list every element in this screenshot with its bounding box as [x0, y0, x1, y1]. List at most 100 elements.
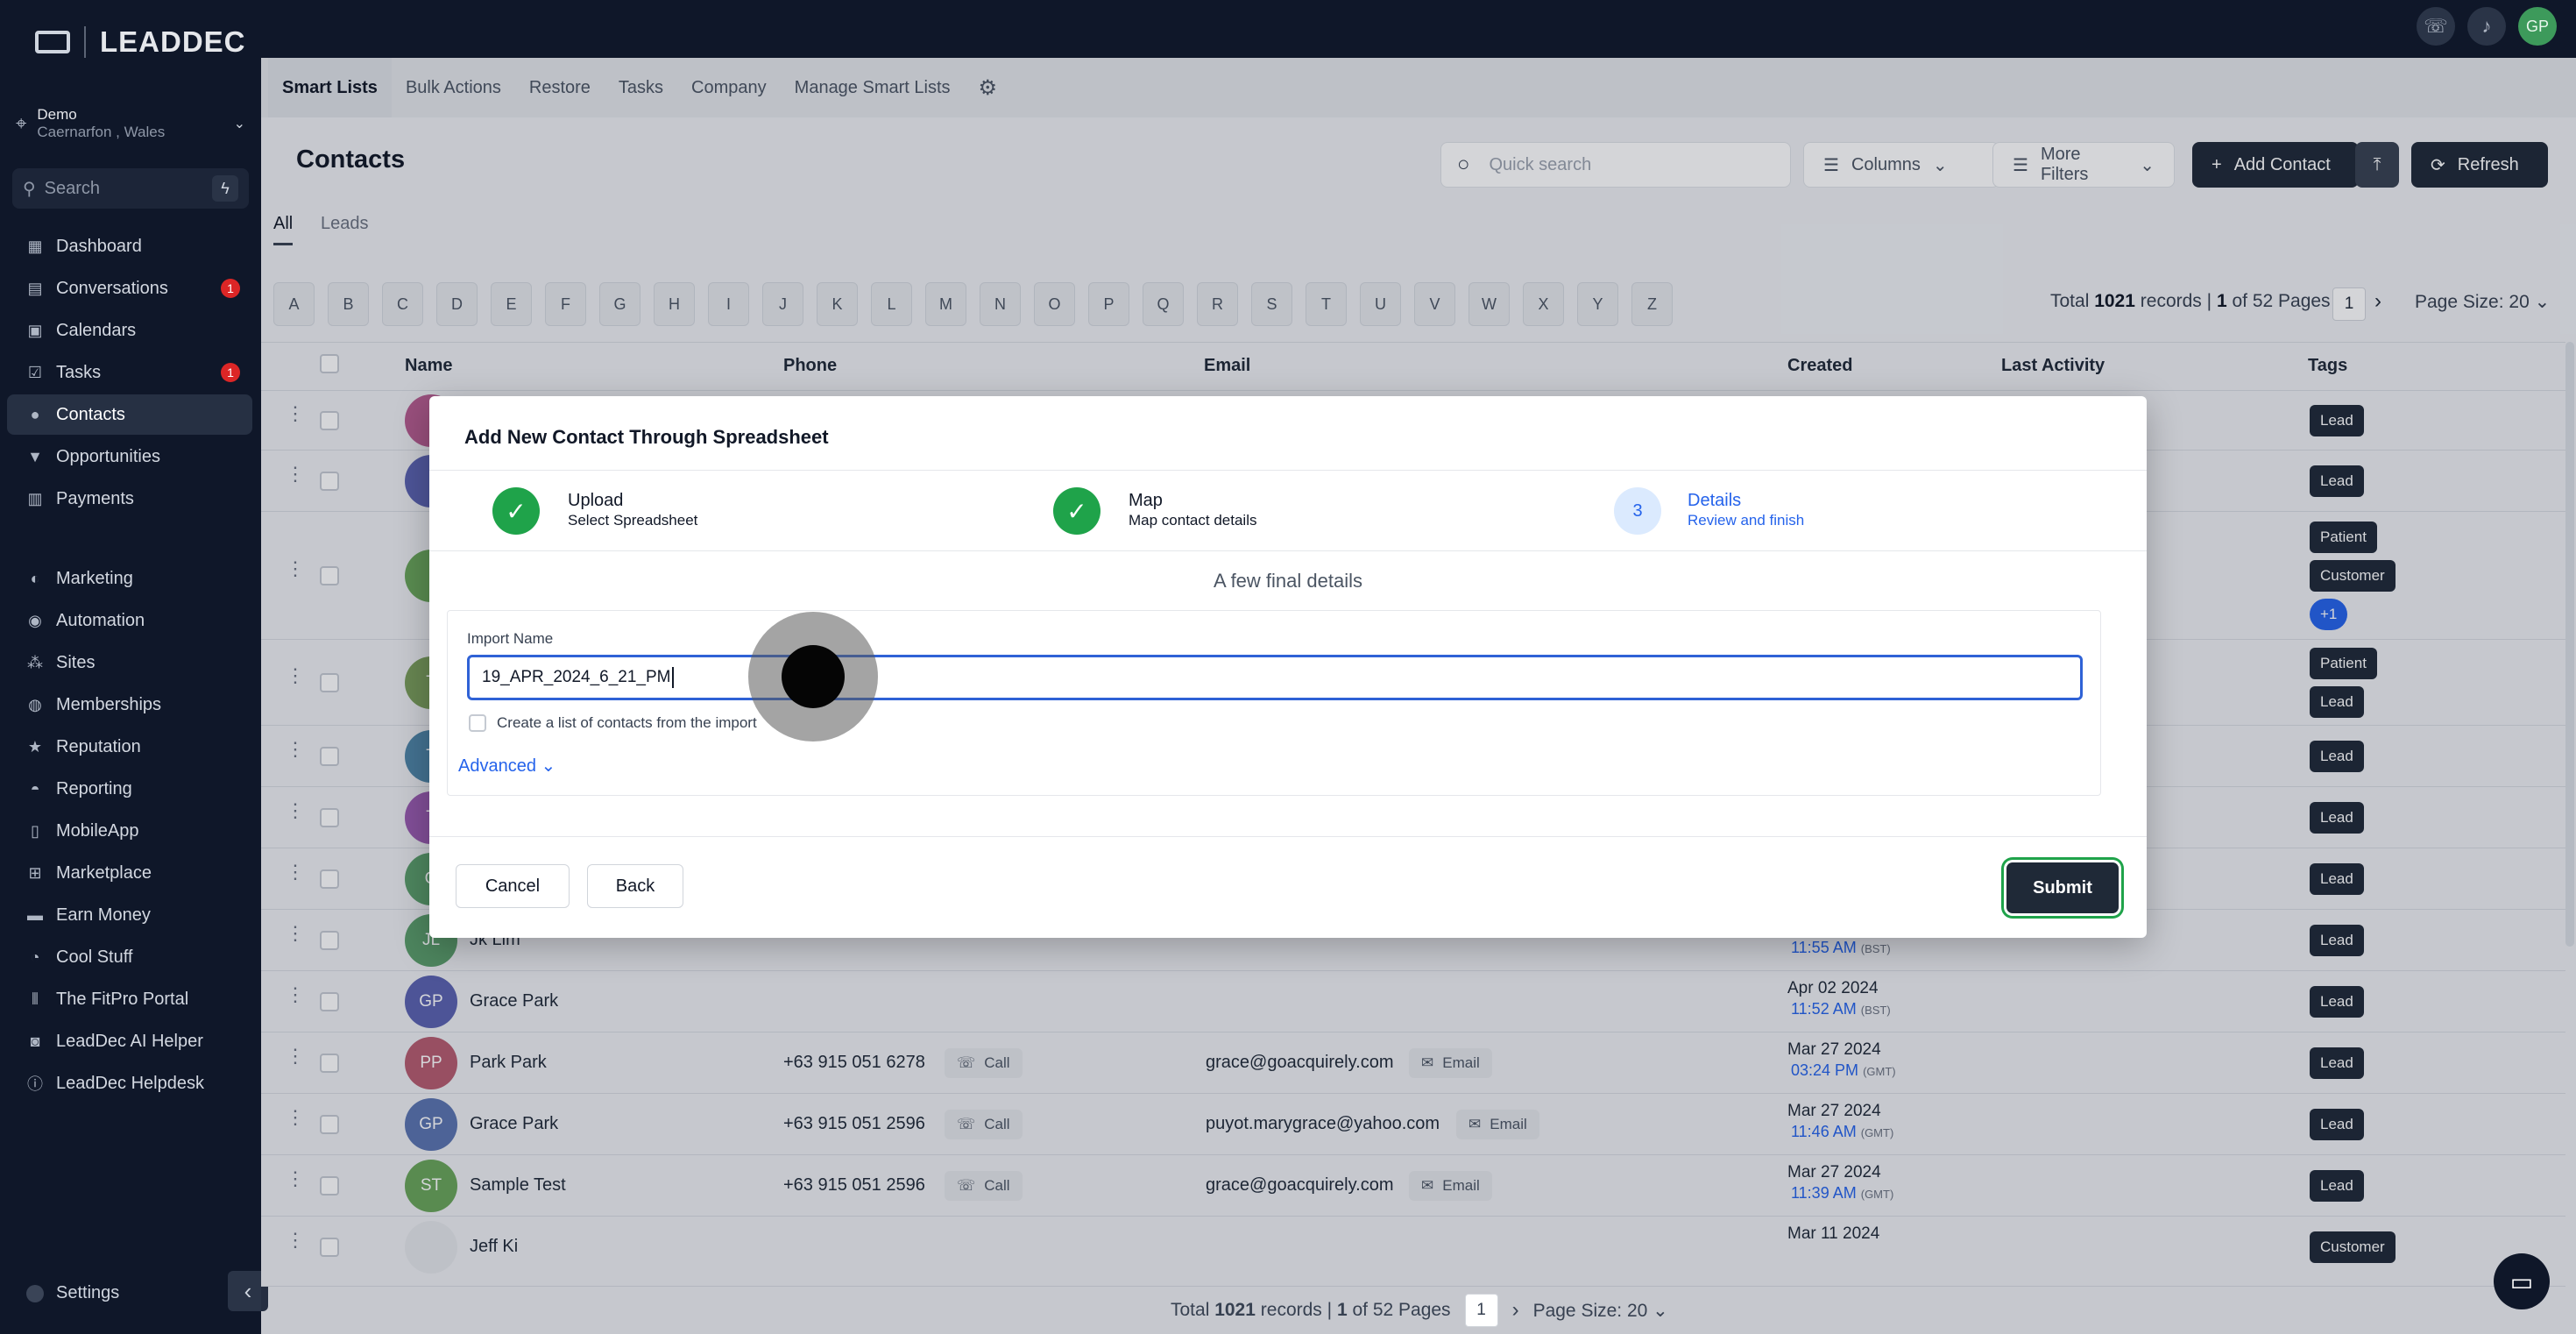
location-name: Demo — [37, 106, 77, 123]
sidebar-item-conversations[interactable]: ▤ Conversations 1 — [7, 268, 252, 309]
create-list-checkbox[interactable] — [469, 714, 486, 732]
sidebar-item-cool-stuff[interactable]: ◔ Cool Stuff — [7, 937, 252, 977]
step-1-title: Upload — [568, 491, 624, 510]
calendar-icon: ▣ — [27, 321, 43, 339]
sidebar-item-reputation[interactable]: ★ Reputation — [7, 727, 252, 767]
advanced-toggle[interactable]: Advanced ⌄ — [458, 755, 556, 777]
import-name-input[interactable]: 19_APR_2024_6_21_PM — [467, 655, 2083, 700]
sidebar-item-label: Marketplace — [56, 862, 152, 883]
sidebar-item-automation[interactable]: ◉ Automation — [7, 600, 252, 641]
user-avatar[interactable]: GP — [2518, 7, 2557, 46]
location-switcher[interactable]: ⌖ Demo Caernarfon , Wales ⌄ — [16, 103, 245, 144]
sidebar-item-sites[interactable]: ⁂ Sites — [7, 642, 252, 683]
location-sub: Caernarfon , Wales — [37, 124, 166, 140]
click-indicator-dot — [782, 645, 845, 708]
sidebar-item-tasks[interactable]: ☑ Tasks 1 — [7, 352, 252, 393]
step-3-number: 3 — [1614, 487, 1661, 535]
sidebar-item-contacts[interactable]: ● Contacts — [7, 394, 252, 435]
star-icon: ★ — [27, 737, 43, 756]
location-pin-icon: ⌖ — [16, 112, 27, 134]
sidebar-item-leaddec-helpdesk[interactable]: ⓘ LeadDec Helpdesk — [7, 1063, 252, 1103]
sidebar-item-label: Tasks — [56, 362, 102, 382]
sidebar-item-dashboard[interactable]: ▦ Dashboard — [7, 226, 252, 266]
sidebar-item-the-fitpro-portal[interactable]: ⦀ The FitPro Portal — [7, 979, 252, 1019]
app-logo[interactable]: LEADDEC — [35, 23, 246, 61]
money-icon: ▬ — [27, 905, 43, 924]
sidebar-item-label: Marketing — [56, 568, 133, 588]
step-3-subtitle: Review and finish — [1688, 512, 1805, 529]
sidebar-item-opportunities[interactable]: ▼ Opportunities — [7, 436, 252, 477]
step-3-title: Details — [1688, 491, 1742, 510]
dashboard-icon: ▦ — [27, 237, 43, 255]
sidebar-item-label: MobileApp — [56, 820, 139, 841]
user-icon: ● — [30, 405, 40, 423]
lightning-icon[interactable]: ϟ — [212, 175, 238, 202]
funnel-icon: ▼ — [27, 447, 43, 465]
info-icon: ⓘ — [27, 1075, 43, 1093]
search-placeholder: Search — [44, 178, 101, 198]
sidebar: LEADDEC ⌖ Demo Caernarfon , Wales ⌄ ⚲ Se… — [0, 0, 268, 1334]
create-list-label: Create a list of contacts from the impor… — [497, 714, 757, 731]
search-icon: ⚲ — [23, 179, 36, 199]
chat-widget-icon[interactable]: ▭ — [2494, 1253, 2550, 1309]
logo-icon — [35, 31, 70, 53]
chat-icon: ▤ — [27, 279, 43, 297]
sidebar-settings[interactable]: Settings — [26, 1283, 119, 1303]
reporting-icon: ◓ — [30, 779, 40, 798]
sidebar-item-label: Contacts — [56, 404, 125, 424]
fire-icon: ◔ — [30, 947, 40, 966]
cancel-button[interactable]: Cancel — [456, 864, 570, 908]
back-button[interactable]: Back — [587, 864, 683, 908]
marketing-icon: ◐ — [30, 569, 40, 587]
robot-icon: ◙ — [30, 1032, 40, 1050]
bottom-pagination: Total 1021 records | 1 of 52 Pages 1 › P… — [1171, 1294, 1668, 1327]
gear-icon — [26, 1284, 44, 1302]
memberships-icon: ◍ — [28, 695, 42, 713]
sidebar-item-earn-money[interactable]: ▬ Earn Money — [7, 895, 252, 935]
check-icon: ✓ — [492, 487, 540, 535]
bell-icon[interactable]: ♪ — [2467, 7, 2506, 46]
sidebar-item-payments[interactable]: ▥ Payments — [7, 479, 252, 519]
step-1-subtitle: Select Spreadsheet — [568, 512, 698, 529]
cart-icon: ⊞ — [28, 863, 42, 882]
check-icon: ✓ — [1053, 487, 1100, 535]
tasks-icon: ☑ — [27, 363, 43, 381]
bottom-page-size[interactable]: Page Size: 20 ⌄ — [1533, 1300, 1668, 1322]
sidebar-item-label: LeadDec AI Helper — [56, 1031, 203, 1051]
sidebar-item-calendars[interactable]: ▣ Calendars — [7, 310, 252, 351]
sidebar-item-leaddec-ai-helper[interactable]: ◙ LeadDec AI Helper — [7, 1021, 252, 1061]
notification-badge: 1 — [221, 363, 240, 382]
import-name-label: Import Name — [467, 630, 554, 647]
sidebar-item-label: Cool Stuff — [56, 947, 133, 967]
sidebar-item-label: Automation — [56, 610, 145, 630]
submit-button[interactable]: Submit — [2006, 862, 2119, 913]
sidebar-item-label: Reporting — [56, 778, 132, 798]
next-page-icon[interactable]: › — [1512, 1298, 1519, 1323]
step-2-title: Map — [1129, 491, 1163, 510]
sidebar-search[interactable]: ⚲ Search ϟ — [12, 168, 249, 209]
sidebar-item-label: Sites — [56, 652, 96, 672]
mobile-icon: ▯ — [31, 821, 39, 840]
payments-icon: ▥ — [27, 489, 43, 507]
sidebar-item-label: Earn Money — [56, 905, 151, 925]
sidebar-item-label: Calendars — [56, 320, 137, 340]
sidebar-item-label: Reputation — [56, 736, 141, 756]
sidebar-item-marketing[interactable]: ◐ Marketing — [7, 558, 252, 599]
sidebar-item-reporting[interactable]: ◓ Reporting — [7, 769, 252, 809]
sidebar-item-mobileapp[interactable]: ▯ MobileApp — [7, 811, 252, 851]
sidebar-item-memberships[interactable]: ◍ Memberships — [7, 685, 252, 725]
sidebar-item-label: The FitPro Portal — [56, 989, 189, 1009]
phone-icon[interactable]: ☏ — [2417, 7, 2455, 46]
step-2-subtitle: Map contact details — [1129, 512, 1257, 529]
top-bar: ☏ ♪ GP — [261, 0, 2576, 58]
chevron-down-icon: ⌄ — [233, 117, 245, 131]
page-scrollbar[interactable] — [2565, 342, 2574, 947]
dumbbell-icon: ⦀ — [32, 990, 39, 1008]
final-details-heading: A few final details — [1214, 570, 1362, 592]
notification-badge: 1 — [221, 279, 240, 298]
sidebar-item-marketplace[interactable]: ⊞ Marketplace — [7, 853, 252, 893]
sidebar-item-label: Dashboard — [56, 236, 142, 256]
chevron-down-icon: ⌄ — [541, 756, 556, 776]
sidebar-item-label: Conversations — [56, 278, 168, 298]
bottom-page-number[interactable]: 1 — [1464, 1294, 1498, 1327]
